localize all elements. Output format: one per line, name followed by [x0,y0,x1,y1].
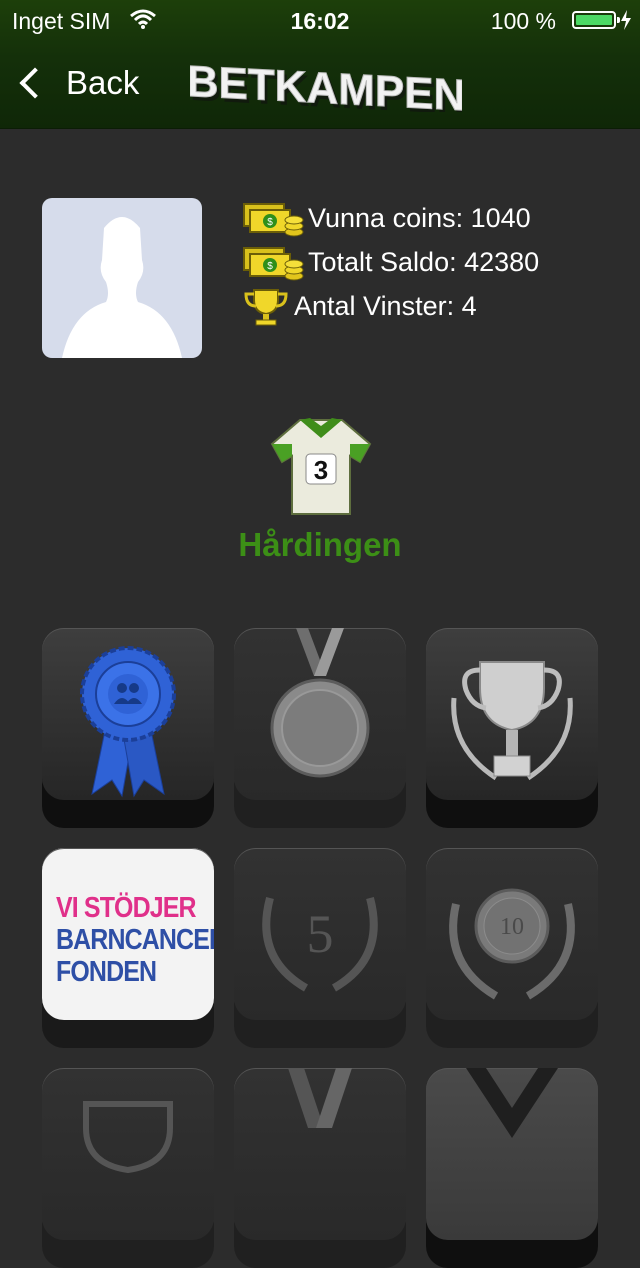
svg-text:10: 10 [500,914,524,940]
laurel-five-icon: 5 [262,896,378,992]
avatar-placeholder-icon [62,217,182,358]
profile-avatar[interactable] [42,198,202,358]
badge-cup-locked[interactable] [42,1068,214,1268]
badge-silver-medal[interactable] [234,628,406,828]
v-ribbon-icon [466,1068,558,1138]
profile-stats: $ Vunna coins: 1040 $ Totalt Saldo: 4238… [242,196,539,328]
battery-percent: 100 % [490,8,556,34]
stat-total-balance: $ Totalt Saldo: 42380 [242,240,539,284]
trophy-icon [244,289,288,326]
rank-title: Hårdingen [238,526,402,563]
coins-icon: $ [243,203,304,237]
blue-ribbon-icon [80,646,176,798]
badge-charity[interactable]: VI STÖDJER BARNCANCER FONDEN [42,848,214,1048]
chevron-left-icon [19,67,51,99]
stat-won-coins: $ Vunna coins: 1040 [242,196,539,240]
svg-text:BETKAMPEN: BETKAMPEN [190,57,462,112]
charity-logo-text: VI STÖDJER BARNCANCER FONDEN [56,892,214,988]
badge-five-wins[interactable]: 5 [234,848,406,1048]
laurel-ten-coin-icon: 10 [449,888,575,1000]
back-label: Back [66,64,140,101]
status-bar: Inget SIM 16:02 100 % [0,0,640,40]
badge-silver-cup[interactable] [426,628,598,828]
badge-ribbon-locked[interactable] [426,1068,598,1268]
stat-text: Totalt Saldo: 42380 [308,246,540,277]
badge-ribbon[interactable] [42,628,214,828]
cup-outline-icon [83,1101,173,1174]
stat-text: Antal Vinster: 4 [294,290,477,321]
svg-text:$: $ [267,217,273,228]
charging-icon [620,9,632,36]
jersey-icon: 3 [270,418,372,515]
badge-medal-locked[interactable] [234,1068,406,1268]
navigation-bar: Inget SIM 16:02 100 % Back BETKAMPEN BET… [0,0,640,129]
silver-cup-icon [451,661,573,781]
battery-icon [572,11,620,29]
back-button[interactable]: Back [16,64,139,102]
stat-text: Vunna coins: 1040 [308,202,531,233]
svg-text:3: 3 [314,455,328,485]
svg-text:$: $ [267,261,273,272]
medal-icon [270,628,370,778]
coins-icon: $ [243,247,304,281]
svg-text:5: 5 [307,904,334,964]
badge-ten-wins[interactable]: 10 [426,848,598,1048]
stat-wins: Antal Vinster: 4 [242,284,539,328]
medal-ribbon-icon [288,1068,352,1128]
betkampen-logo: BETKAMPEN BETKAMPEN [190,56,462,112]
